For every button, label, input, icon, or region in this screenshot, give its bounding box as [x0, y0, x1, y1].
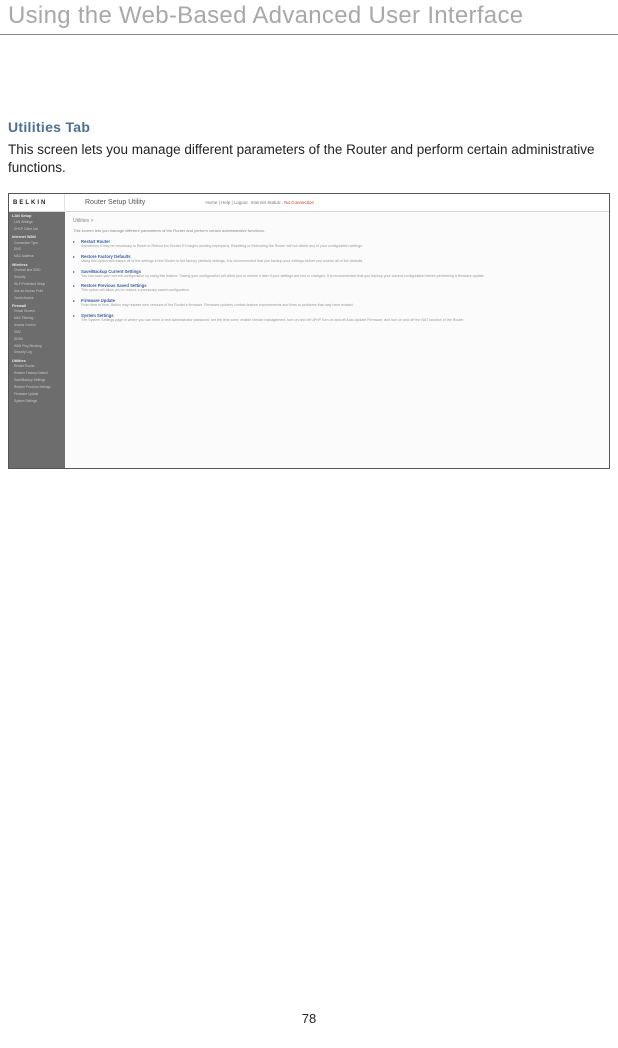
section-title: Utilities Tab [8, 119, 610, 135]
util-system-settings: System Settings The System Settings page… [73, 313, 601, 323]
sidebar-item[interactable]: DNS [9, 247, 65, 254]
main-panel: Utilities > This screen lets you manage … [65, 212, 609, 468]
sidebar-item[interactable]: Security [9, 275, 65, 282]
util-desc: You can save your current configuration … [81, 274, 601, 279]
util-desc: Sometimes it may be necessary to Reset o… [81, 244, 601, 249]
util-save-backup: Save/Backup Current Settings You can sav… [73, 269, 601, 279]
sidebar-item[interactable]: Restore Factory Default [9, 371, 65, 378]
util-desc: The System Settings page is where you ca… [81, 318, 601, 323]
sidebar-item[interactable]: Restart Router [9, 364, 65, 371]
util-firmware: Firmware Update From time to time, Belki… [73, 298, 601, 308]
sidebar-item[interactable]: Save/Backup Settings [9, 377, 65, 384]
util-restart: Restart Router Sometimes it may be neces… [73, 239, 601, 249]
status-value: No Connection [284, 200, 314, 205]
util-desc: From time to time, Belkin may release ne… [81, 303, 601, 308]
sidebar-section-wan: Internet WAN [9, 233, 65, 240]
sidebar-item[interactable]: Guest Access [9, 295, 65, 302]
util-desc: Using this option will restore all of th… [81, 259, 601, 264]
page-number: 78 [0, 1011, 618, 1026]
sidebar-section-lan: LAN Setup [9, 212, 65, 219]
brand-logo: BELKIN [9, 194, 65, 212]
sidebar-item[interactable]: DDNS [9, 336, 65, 343]
sidebar-item[interactable]: System Settings [9, 398, 65, 405]
topbar: BELKIN Router Setup Utility Home | Help … [9, 194, 609, 212]
sidebar-item[interactable]: MAC Filtering [9, 316, 65, 323]
breadcrumb: Utilities > [73, 218, 601, 224]
sidebar-item[interactable]: LAN Settings [9, 219, 65, 226]
sidebar-item[interactable]: Security Log [9, 350, 65, 357]
sidebar-section-utilities[interactable]: Utilities [9, 357, 65, 364]
sidebar-section-wireless: Wireless [9, 261, 65, 268]
app-title: Router Setup Utility [85, 199, 145, 206]
lead-text: This screen lets you manage different pa… [73, 228, 601, 233]
sidebar-item[interactable]: Wi-Fi Protected Setup [9, 281, 65, 288]
sidebar: LAN Setup LAN Settings DHCP Client List … [9, 212, 65, 468]
topbar-right: Home | Help | Logout Internet Status: No… [205, 200, 314, 205]
sidebar-item[interactable]: Access Control [9, 323, 65, 330]
sidebar-item[interactable]: DHCP Client List [9, 226, 65, 233]
util-restore-defaults: Restore Factory Defaults Using this opti… [73, 254, 601, 264]
sidebar-item[interactable]: Virtual Servers [9, 309, 65, 316]
router-ui-screenshot: BELKIN Router Setup Utility Home | Help … [8, 193, 610, 469]
page-header: Using the Web-Based Advanced User Interf… [0, 0, 618, 35]
sidebar-item[interactable]: Channel and SSID [9, 268, 65, 275]
sidebar-item[interactable]: WAN Ping Blocking [9, 343, 65, 350]
sidebar-item[interactable]: DMZ [9, 329, 65, 336]
sidebar-item[interactable]: MAC Address [9, 254, 65, 261]
sidebar-section-firewall: Firewall [9, 302, 65, 309]
status-label: Internet Status: [251, 200, 282, 205]
util-restore-previous: Restore Previous Saved Settings This opt… [73, 283, 601, 293]
sidebar-item[interactable]: Restore Previous Settings [9, 384, 65, 391]
sidebar-item[interactable]: Firmware Update [9, 391, 65, 398]
intro-text: This screen lets you manage different pa… [8, 141, 610, 177]
util-desc: This option will allow you to restore a … [81, 288, 601, 293]
sidebar-item[interactable]: Use as Access Point [9, 288, 65, 295]
top-links[interactable]: Home | Help | Logout [205, 200, 247, 205]
sidebar-item[interactable]: Connection Type [9, 240, 65, 247]
page-content: Utilities Tab This screen lets you manag… [0, 35, 618, 469]
